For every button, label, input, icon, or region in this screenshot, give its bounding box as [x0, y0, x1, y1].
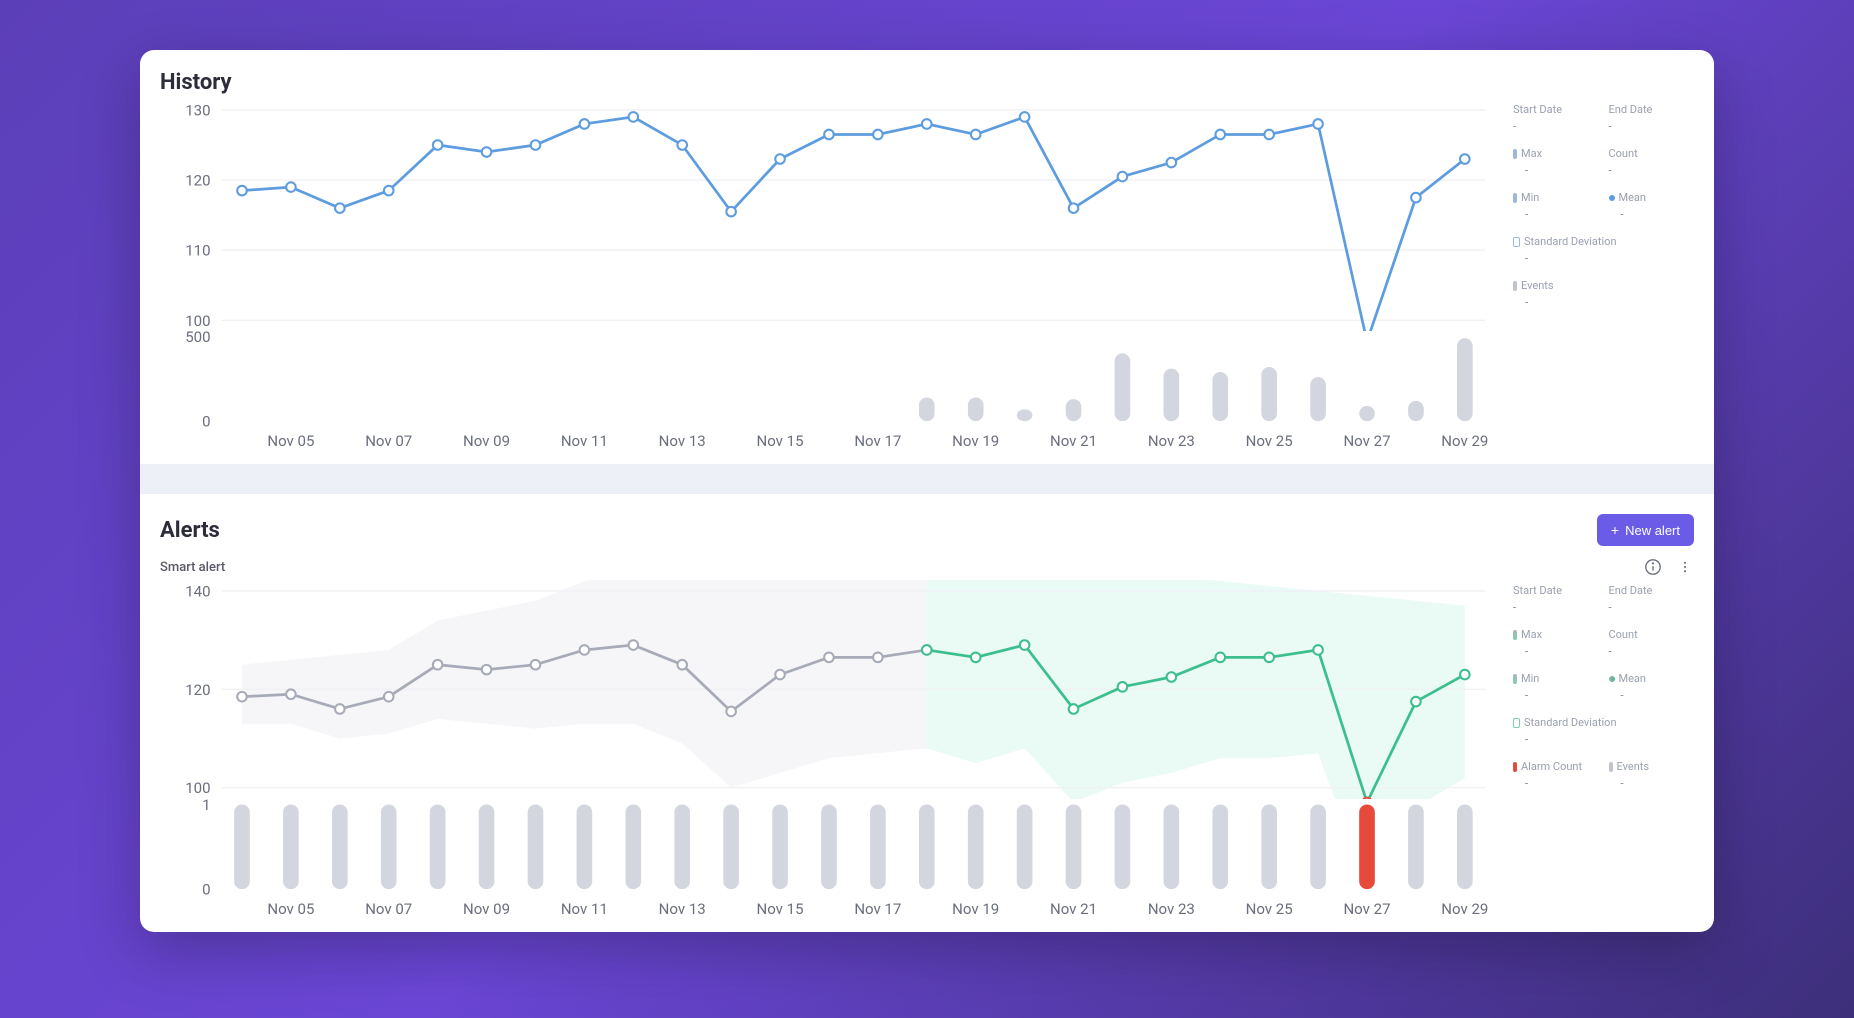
- history-events: Events -: [1513, 279, 1599, 309]
- alerts-std: Standard Deviation -: [1513, 716, 1694, 746]
- svg-text:1: 1: [202, 799, 210, 814]
- svg-text:Nov 05: Nov 05: [267, 432, 314, 450]
- alerts-alarm-count: Alarm Count -: [1513, 760, 1599, 790]
- svg-text:Nov 21: Nov 21: [1050, 900, 1097, 918]
- alerts-min: Min -: [1513, 672, 1599, 702]
- history-chart-area: 100 110 120 130 0 500 Nov 05 Nov 07 Nov 09 Nov 1…: [160, 99, 1499, 454]
- max-icon: [1513, 149, 1517, 159]
- mean-dot-icon: [1609, 676, 1615, 682]
- svg-text:140: 140: [185, 583, 210, 601]
- svg-text:Nov 05: Nov 05: [267, 900, 314, 918]
- new-alert-button[interactable]: + New alert: [1597, 514, 1694, 546]
- svg-text:Nov 27: Nov 27: [1343, 432, 1390, 450]
- svg-text:Nov 17: Nov 17: [854, 432, 901, 450]
- alarm-icon: [1513, 762, 1517, 772]
- svg-text:120: 120: [185, 681, 210, 699]
- svg-text:Nov 15: Nov 15: [757, 432, 804, 450]
- history-section: History 100 110 120 130 0 500 Nov 05 Nov 07 Nov…: [140, 50, 1714, 464]
- svg-text:Nov 07: Nov 07: [365, 432, 412, 450]
- alerts-count: Count -: [1609, 628, 1695, 658]
- svg-text:Nov 09: Nov 09: [463, 900, 510, 918]
- svg-text:Nov 29: Nov 29: [1441, 900, 1488, 918]
- svg-text:Nov 29: Nov 29: [1441, 432, 1488, 450]
- alerts-title: Alerts: [160, 518, 220, 543]
- svg-text:Nov 13: Nov 13: [659, 432, 706, 450]
- svg-text:Nov 13: Nov 13: [659, 900, 706, 918]
- history-min: Min -: [1513, 191, 1599, 221]
- min-icon: [1513, 674, 1517, 684]
- svg-text:Nov 23: Nov 23: [1148, 900, 1195, 918]
- alerts-section: Alerts + New alert Smart alert 100 120 140…: [140, 494, 1714, 932]
- more-icon[interactable]: [1676, 558, 1694, 576]
- svg-text:0: 0: [202, 880, 210, 898]
- svg-text:120: 120: [185, 172, 210, 190]
- alerts-line-chart[interactable]: 100 120 140: [160, 580, 1499, 799]
- svg-text:Nov 09: Nov 09: [463, 432, 510, 450]
- svg-text:Nov 25: Nov 25: [1246, 900, 1293, 918]
- history-count: Count -: [1609, 147, 1695, 177]
- events-icon: [1609, 762, 1613, 772]
- history-title: History: [160, 70, 232, 95]
- max-icon: [1513, 630, 1517, 640]
- svg-text:Nov 15: Nov 15: [757, 900, 804, 918]
- alerts-info-panel: Start Date - End Date - Max - Count - Mi…: [1509, 580, 1694, 922]
- svg-text:Nov 19: Nov 19: [952, 432, 999, 450]
- svg-text:Nov 19: Nov 19: [952, 900, 999, 918]
- history-max: Max -: [1513, 147, 1599, 177]
- std-icon: [1513, 237, 1520, 247]
- alerts-max: Max -: [1513, 628, 1599, 658]
- svg-text:Nov 27: Nov 27: [1343, 900, 1390, 918]
- alerts-chart-area: 100 120 140 0 1 Nov 05 Nov 07 Nov 09 Nov 11 Nov …: [160, 580, 1499, 922]
- svg-text:Nov 17: Nov 17: [854, 900, 901, 918]
- history-mean: Mean -: [1609, 191, 1695, 221]
- history-info-panel: Start Date - End Date - Max - Count - Mi…: [1509, 99, 1694, 454]
- dashboard-card: History 100 110 120 130 0 500 Nov 05 Nov 07 Nov…: [140, 50, 1714, 932]
- alerts-events: Events -: [1609, 760, 1695, 790]
- events-icon: [1513, 281, 1517, 291]
- svg-text:Nov 21: Nov 21: [1050, 432, 1097, 450]
- history-line-chart[interactable]: 100 110 120 130: [160, 99, 1499, 331]
- svg-text:500: 500: [185, 331, 210, 346]
- history-std: Standard Deviation -: [1513, 235, 1694, 265]
- plus-icon: +: [1611, 522, 1619, 538]
- svg-text:100: 100: [185, 312, 210, 330]
- svg-text:Nov 23: Nov 23: [1148, 432, 1195, 450]
- alerts-events-chart[interactable]: 0 1 Nov 05 Nov 07 Nov 09 Nov 11 Nov 13 Nov 15 No…: [160, 799, 1499, 922]
- history-end-date: End Date -: [1609, 103, 1695, 133]
- alerts-mean: Mean -: [1609, 672, 1695, 702]
- svg-text:110: 110: [185, 242, 210, 260]
- mean-dot-icon: [1609, 195, 1615, 201]
- history-events-chart[interactable]: 0 500 Nov 05 Nov 07 Nov 09 Nov 11 Nov 13 Nov 15…: [160, 331, 1499, 454]
- svg-text:Nov 11: Nov 11: [561, 432, 608, 450]
- svg-text:Nov 25: Nov 25: [1246, 432, 1293, 450]
- svg-text:0: 0: [202, 413, 210, 431]
- history-start-date: Start Date -: [1513, 103, 1599, 133]
- min-icon: [1513, 193, 1517, 203]
- alerts-end-date: End Date -: [1609, 584, 1695, 614]
- alerts-start-date: Start Date -: [1513, 584, 1599, 614]
- smart-alert-label: Smart alert: [160, 560, 225, 575]
- svg-text:100: 100: [185, 779, 210, 797]
- section-divider: [140, 464, 1714, 494]
- svg-text:Nov 11: Nov 11: [561, 900, 608, 918]
- svg-text:130: 130: [185, 101, 210, 119]
- svg-text:Nov 07: Nov 07: [365, 900, 412, 918]
- info-icon[interactable]: [1644, 558, 1662, 576]
- std-icon: [1513, 718, 1520, 728]
